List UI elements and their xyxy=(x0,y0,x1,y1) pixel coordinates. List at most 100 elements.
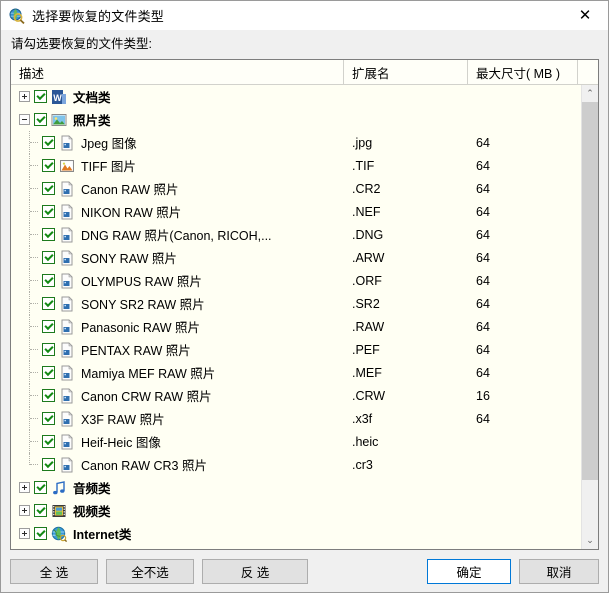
row-extension-cell: .jpg xyxy=(352,135,373,150)
scroll-up-icon[interactable]: ⌃ xyxy=(582,85,598,102)
row-max-size-cell: 64 xyxy=(476,158,490,173)
tree-connector-stub xyxy=(30,257,38,258)
row-max-size-cell: 64 xyxy=(476,204,490,219)
row-label: TIFF 图片 xyxy=(81,160,136,174)
table-row[interactable]: Jpeg 图像 .jpg 64 xyxy=(11,131,581,154)
row-extension-cell: .DNG xyxy=(352,227,384,242)
row-checkbox[interactable] xyxy=(42,389,55,402)
row-description-cell: TIFF 图片 xyxy=(11,154,344,177)
row-max-size-cell: 64 xyxy=(476,135,490,150)
row-description-cell: PENTAX RAW 照片 xyxy=(11,338,344,361)
collapse-icon[interactable] xyxy=(19,114,30,125)
table-row[interactable]: Internet类 xyxy=(11,522,581,545)
table-row[interactable]: PENTAX RAW 照片 .PEF 64 xyxy=(11,338,581,361)
row-checkbox[interactable] xyxy=(34,90,47,103)
row-max-size-cell: 16 xyxy=(476,388,490,403)
row-checkbox[interactable] xyxy=(42,320,55,333)
row-max-size-cell: 64 xyxy=(476,181,490,196)
row-checkbox[interactable] xyxy=(42,136,55,149)
row-label: DNG RAW 照片(Canon, RICOH,... xyxy=(81,229,272,243)
vertical-scrollbar[interactable]: ⌃ ⌄ xyxy=(581,85,598,549)
row-label: Canon CRW RAW 照片 xyxy=(81,390,212,404)
row-description-cell: NIKON RAW 照片 xyxy=(11,200,344,223)
tree-connector-stub xyxy=(30,234,38,235)
row-description-cell: X3F RAW 照片 xyxy=(11,407,344,430)
table-row[interactable]: Canon RAW 照片 .CR2 64 xyxy=(11,177,581,200)
table-row[interactable]: Panasonic RAW 照片 .RAW 64 xyxy=(11,315,581,338)
table-row[interactable]: 照片类 xyxy=(11,108,581,131)
column-header-description[interactable]: 描述 xyxy=(11,60,344,84)
row-checkbox[interactable] xyxy=(42,274,55,287)
tree-connector-stub xyxy=(30,326,38,327)
row-extension-cell: .RAW xyxy=(352,319,385,334)
table-row[interactable]: Canon RAW CR3 照片 .cr3 xyxy=(11,453,581,476)
invert-selection-button[interactable]: 反 选 xyxy=(202,558,308,584)
expand-icon[interactable] xyxy=(19,505,30,516)
table-row[interactable]: Heif-Heic 图像 .heic xyxy=(11,430,581,453)
row-label: PENTAX RAW 照片 xyxy=(81,344,191,358)
table-row[interactable]: SONY RAW 照片 .ARW 64 xyxy=(11,246,581,269)
row-label: 音频类 xyxy=(73,482,111,496)
row-checkbox[interactable] xyxy=(42,343,55,356)
file-image-icon xyxy=(59,134,75,151)
close-icon[interactable]: ✕ xyxy=(562,1,608,30)
row-checkbox[interactable] xyxy=(42,251,55,264)
table-row[interactable]: 视频类 xyxy=(11,499,581,522)
column-header-extension[interactable]: 扩展名 xyxy=(344,60,468,84)
table-row[interactable]: OLYMPUS RAW 照片 .ORF 64 xyxy=(11,269,581,292)
tree-connector-stub xyxy=(30,441,38,442)
row-label: SONY RAW 照片 xyxy=(81,252,177,266)
row-extension-cell: .MEF xyxy=(352,365,382,380)
row-checkbox[interactable] xyxy=(42,458,55,471)
table-row[interactable]: DNG RAW 照片(Canon, RICOH,... .DNG 64 xyxy=(11,223,581,246)
row-checkbox[interactable] xyxy=(42,182,55,195)
select-all-button[interactable]: 全 选 xyxy=(10,558,98,584)
expand-icon[interactable] xyxy=(19,482,30,493)
table-row[interactable]: SONY SR2 RAW 照片 .SR2 64 xyxy=(11,292,581,315)
table-row[interactable]: X3F RAW 照片 .x3f 64 xyxy=(11,407,581,430)
row-checkbox[interactable] xyxy=(34,113,47,126)
ok-button[interactable]: 确定 xyxy=(427,558,511,584)
table-row[interactable]: TIFF 图片 .TIF 64 xyxy=(11,154,581,177)
row-checkbox[interactable] xyxy=(42,205,55,218)
row-extension-cell: .CR2 xyxy=(352,181,381,196)
row-checkbox[interactable] xyxy=(42,366,55,379)
table-row[interactable]: Canon CRW RAW 照片 .CRW 16 xyxy=(11,384,581,407)
title-bar: 选择要恢复的文件类型 ✕ xyxy=(1,1,608,30)
row-checkbox[interactable] xyxy=(42,159,55,172)
scrollbar-thumb[interactable] xyxy=(582,102,598,480)
row-checkbox[interactable] xyxy=(34,527,47,540)
tree-connector-stub xyxy=(30,349,38,350)
file-image-icon xyxy=(59,387,75,404)
row-checkbox[interactable] xyxy=(34,481,47,494)
file-image-icon xyxy=(59,249,75,266)
row-label: Heif-Heic 图像 xyxy=(81,436,161,450)
expand-icon[interactable] xyxy=(19,91,30,102)
table-row[interactable]: Mamiya MEF RAW 照片 .MEF 64 xyxy=(11,361,581,384)
file-image-icon xyxy=(59,318,75,335)
file-image-icon xyxy=(59,295,75,312)
expand-icon[interactable] xyxy=(19,528,30,539)
row-checkbox[interactable] xyxy=(34,504,47,517)
word-document-icon: W xyxy=(51,89,67,105)
row-extension-cell: .cr3 xyxy=(352,457,373,472)
column-header-max-size[interactable]: 最大尺寸( MB ) xyxy=(468,60,578,84)
select-none-button[interactable]: 全不选 xyxy=(106,558,194,584)
row-description-cell: SONY RAW 照片 xyxy=(11,246,344,269)
row-checkbox[interactable] xyxy=(42,228,55,241)
row-description-cell: Canon CRW RAW 照片 xyxy=(11,384,344,407)
row-description-cell: Canon RAW CR3 照片 xyxy=(11,453,344,476)
table-row[interactable]: W 文档类 xyxy=(11,85,581,108)
row-description-cell: Mamiya MEF RAW 照片 xyxy=(11,361,344,384)
row-checkbox[interactable] xyxy=(42,435,55,448)
row-checkbox[interactable] xyxy=(42,412,55,425)
row-label: OLYMPUS RAW 照片 xyxy=(81,275,202,289)
table-row[interactable]: NIKON RAW 照片 .NEF 64 xyxy=(11,200,581,223)
table-row[interactable]: 音频类 xyxy=(11,476,581,499)
row-checkbox[interactable] xyxy=(42,297,55,310)
file-image-icon xyxy=(59,180,75,197)
prompt-label: 请勾选要恢复的文件类型: xyxy=(11,37,152,51)
scroll-down-icon[interactable]: ⌄ xyxy=(582,532,598,549)
cancel-button[interactable]: 取消 xyxy=(519,558,599,584)
row-max-size-cell: 64 xyxy=(476,411,490,426)
